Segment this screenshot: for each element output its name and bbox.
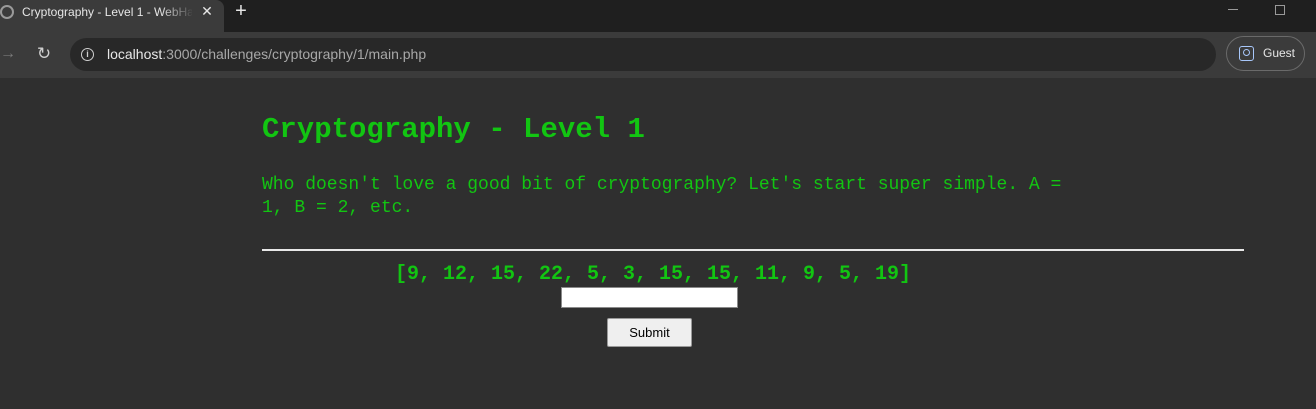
page-title: Cryptography - Level 1: [262, 113, 645, 146]
close-tab-icon[interactable]: ✕: [199, 1, 215, 21]
url-text[interactable]: localhost:3000/challenges/cryptography/1…: [107, 46, 426, 63]
browser-tab[interactable]: Cryptography - Level 1 - WebHacking ✕: [0, 0, 224, 32]
profile-label: Guest: [1263, 46, 1296, 60]
minimize-window-icon[interactable]: [1228, 9, 1238, 10]
submit-button[interactable]: Submit: [607, 318, 692, 347]
forward-arrow-icon[interactable]: →: [0, 44, 16, 64]
tab-title-fade: [160, 2, 194, 22]
challenge-description: Who doesn't love a good bit of cryptogra…: [262, 175, 1062, 218]
new-tab-button[interactable]: +: [231, 0, 251, 22]
divider: [262, 249, 1244, 251]
globe-icon: [0, 5, 14, 19]
profile-button[interactable]: Guest: [1226, 36, 1305, 71]
url-host: localhost: [107, 46, 163, 62]
url-path: :3000/challenges/cryptography/1/main.php: [162, 46, 427, 62]
page-content: Cryptography - Level 1 Who doesn't love …: [0, 78, 1316, 409]
site-info-icon[interactable]: i: [81, 48, 94, 61]
browser-toolbar: → ↻ i localhost:3000/challenges/cryptogr…: [0, 32, 1316, 78]
answer-input[interactable]: [561, 287, 738, 308]
reload-icon[interactable]: ↻: [34, 43, 54, 65]
tab-strip: Cryptography - Level 1 - WebHacking ✕ +: [0, 0, 1316, 32]
maximize-window-icon[interactable]: [1275, 5, 1285, 15]
profile-icon: [1239, 46, 1254, 61]
cipher-text: [9, 12, 15, 22, 5, 3, 15, 15, 11, 9, 5, …: [394, 263, 912, 286]
address-bar[interactable]: i localhost:3000/challenges/cryptography…: [70, 38, 1216, 71]
